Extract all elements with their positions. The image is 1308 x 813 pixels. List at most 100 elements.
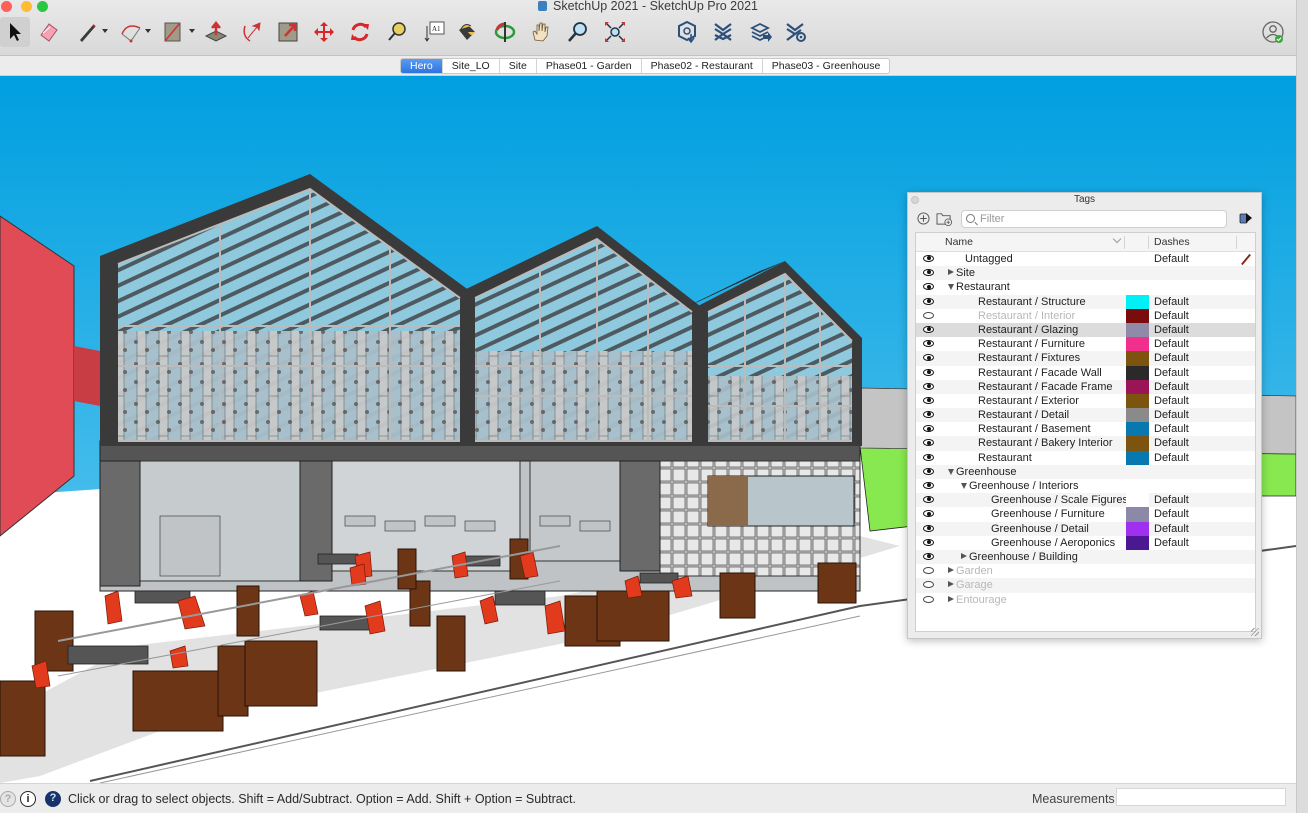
tag-dashes[interactable]: Default: [1154, 493, 1189, 507]
visibility-eye-icon[interactable]: [923, 354, 934, 362]
tag-row[interactable]: Untagged Default: [916, 252, 1255, 266]
eraser-tool[interactable]: [34, 17, 64, 47]
tag-dashes[interactable]: Default: [1154, 309, 1189, 323]
rotate-tool[interactable]: [345, 17, 375, 47]
visibility-eye-icon[interactable]: [923, 439, 934, 447]
scene-tab-phase01-garden[interactable]: Phase01 - Garden: [537, 59, 642, 73]
scene-tab-phase03-greenhouse[interactable]: Phase03 - Greenhouse: [763, 59, 890, 73]
pan-tool[interactable]: [526, 17, 556, 47]
paint-bucket-tool[interactable]: [452, 17, 482, 47]
extension-warehouse-tool[interactable]: [708, 17, 738, 47]
visibility-eye-icon[interactable]: [923, 524, 934, 532]
visibility-eye-icon[interactable]: [923, 453, 934, 461]
disclosure-open-icon[interactable]: [948, 284, 954, 291]
arc-tool[interactable]: [116, 17, 146, 47]
hidden-eye-icon[interactable]: [923, 567, 934, 575]
tag-row[interactable]: Restaurant / Facade Frame Default: [916, 379, 1255, 394]
tag-color-swatch[interactable]: [1126, 322, 1149, 338]
tag-color-swatch[interactable]: [1126, 408, 1149, 423]
push-pull-tool[interactable]: [201, 17, 231, 47]
add-tag-icon[interactable]: [917, 212, 930, 225]
tag-row[interactable]: Restaurant / Fixtures Default: [916, 351, 1255, 366]
hidden-eye-icon[interactable]: [923, 311, 934, 319]
visibility-eye-icon[interactable]: [923, 411, 934, 419]
visibility-eye-icon[interactable]: [923, 255, 934, 262]
tag-row[interactable]: Restaurant / Structure Default: [916, 294, 1255, 309]
tag-row[interactable]: Restaurant / Basement Default: [916, 422, 1255, 437]
tag-row[interactable]: Greenhouse / Detail Default: [916, 521, 1255, 536]
tag-row[interactable]: Restaurant Default: [916, 450, 1255, 465]
tag-dashes[interactable]: Default: [1154, 451, 1189, 465]
follow-me-tool[interactable]: [237, 17, 267, 47]
tag-row[interactable]: Garage: [916, 578, 1255, 593]
tag-color-swatch[interactable]: [1126, 294, 1149, 309]
tags-filter-input[interactable]: Filter: [961, 210, 1227, 228]
move-tool[interactable]: [309, 17, 339, 47]
3d-viewport[interactable]: Tags Filter Name Dashes Untagged Default S…: [0, 76, 1296, 783]
tag-dashes[interactable]: Default: [1154, 380, 1189, 394]
tag-row[interactable]: Restaurant / Glazing Default: [916, 322, 1255, 338]
select-tool[interactable]: [0, 17, 30, 47]
visibility-eye-icon[interactable]: [923, 425, 934, 433]
tag-row[interactable]: Restaurant / Exterior Default: [916, 393, 1255, 409]
column-separator[interactable]: [1148, 236, 1149, 249]
tag-color-swatch[interactable]: [1126, 422, 1149, 437]
tags-panel[interactable]: Tags Filter Name Dashes Untagged Default S…: [907, 192, 1262, 639]
column-separator[interactable]: [1124, 236, 1125, 249]
disclosure-closed-icon[interactable]: [961, 552, 967, 559]
tag-row[interactable]: Restaurant / Furniture Default: [916, 337, 1255, 352]
tag-row[interactable]: Entourage: [916, 593, 1255, 607]
tag-color-swatch[interactable]: [1126, 535, 1149, 550]
extension-manager-tool[interactable]: [781, 17, 811, 47]
tag-row[interactable]: Garden: [916, 564, 1255, 578]
tag-row[interactable]: Restaurant / Interior Default: [916, 308, 1255, 323]
send-to-layout-tool[interactable]: [746, 17, 776, 47]
tape-measure-tool[interactable]: [382, 17, 412, 47]
add-tag-folder-icon[interactable]: [936, 211, 953, 226]
orbit-tool[interactable]: [490, 17, 520, 47]
disclosure-closed-icon[interactable]: [948, 567, 954, 574]
tag-dashes[interactable]: Default: [1154, 394, 1189, 408]
scene-tab-site[interactable]: Site: [500, 59, 537, 73]
measurements-input[interactable]: [1116, 788, 1286, 806]
tag-dashes[interactable]: Default: [1154, 295, 1189, 309]
tag-dashes[interactable]: Default: [1154, 507, 1189, 521]
tag-dashes[interactable]: Default: [1154, 422, 1189, 436]
tag-row[interactable]: Restaurant / Detail Default: [916, 408, 1255, 423]
hidden-eye-icon[interactable]: [923, 581, 934, 589]
tag-dashes[interactable]: Default: [1154, 366, 1189, 380]
zoom-tool[interactable]: [563, 17, 593, 47]
scene-tab-site-lo[interactable]: Site_LO: [443, 59, 500, 73]
scene-tab-phase02-restaurant[interactable]: Phase02 - Restaurant: [642, 59, 763, 73]
hidden-eye-icon[interactable]: [923, 595, 934, 603]
tag-color-swatch[interactable]: [1126, 308, 1149, 323]
tag-dashes[interactable]: Default: [1154, 323, 1189, 337]
tag-row[interactable]: Greenhouse: [916, 464, 1255, 479]
visibility-eye-icon[interactable]: [923, 538, 934, 546]
scene-tab-hero[interactable]: Hero: [401, 59, 443, 73]
visibility-eye-icon[interactable]: [923, 482, 934, 489]
disclosure-closed-icon[interactable]: [948, 269, 954, 276]
disclosure-closed-icon[interactable]: [948, 595, 954, 602]
tag-row[interactable]: Greenhouse / Building: [916, 549, 1255, 565]
visibility-eye-icon[interactable]: [923, 340, 934, 348]
rectangle-tool[interactable]: [158, 17, 188, 47]
tag-color-swatch[interactable]: [1126, 379, 1149, 394]
column-separator[interactable]: [1236, 236, 1237, 249]
tag-color-swatch[interactable]: [1126, 337, 1149, 352]
text-tool[interactable]: A1: [419, 17, 449, 47]
tag-dashes[interactable]: Default: [1154, 337, 1189, 351]
tag-row[interactable]: Greenhouse / Furniture Default: [916, 507, 1255, 522]
help-instructor-icon[interactable]: ?: [45, 791, 61, 807]
column-header-dashes[interactable]: Dashes: [1154, 236, 1190, 248]
tag-color-swatch[interactable]: [1126, 393, 1149, 409]
geo-location-icon[interactable]: ?: [0, 791, 16, 807]
tag-color-swatch[interactable]: [1126, 351, 1149, 366]
column-header-name[interactable]: Name: [945, 236, 973, 248]
disclosure-open-icon[interactable]: [948, 468, 954, 475]
visibility-eye-icon[interactable]: [923, 552, 934, 560]
visibility-eye-icon[interactable]: [923, 269, 934, 277]
tag-color-swatch[interactable]: [1126, 436, 1149, 451]
3d-warehouse-tool[interactable]: [672, 17, 702, 47]
visibility-eye-icon[interactable]: [923, 382, 934, 390]
